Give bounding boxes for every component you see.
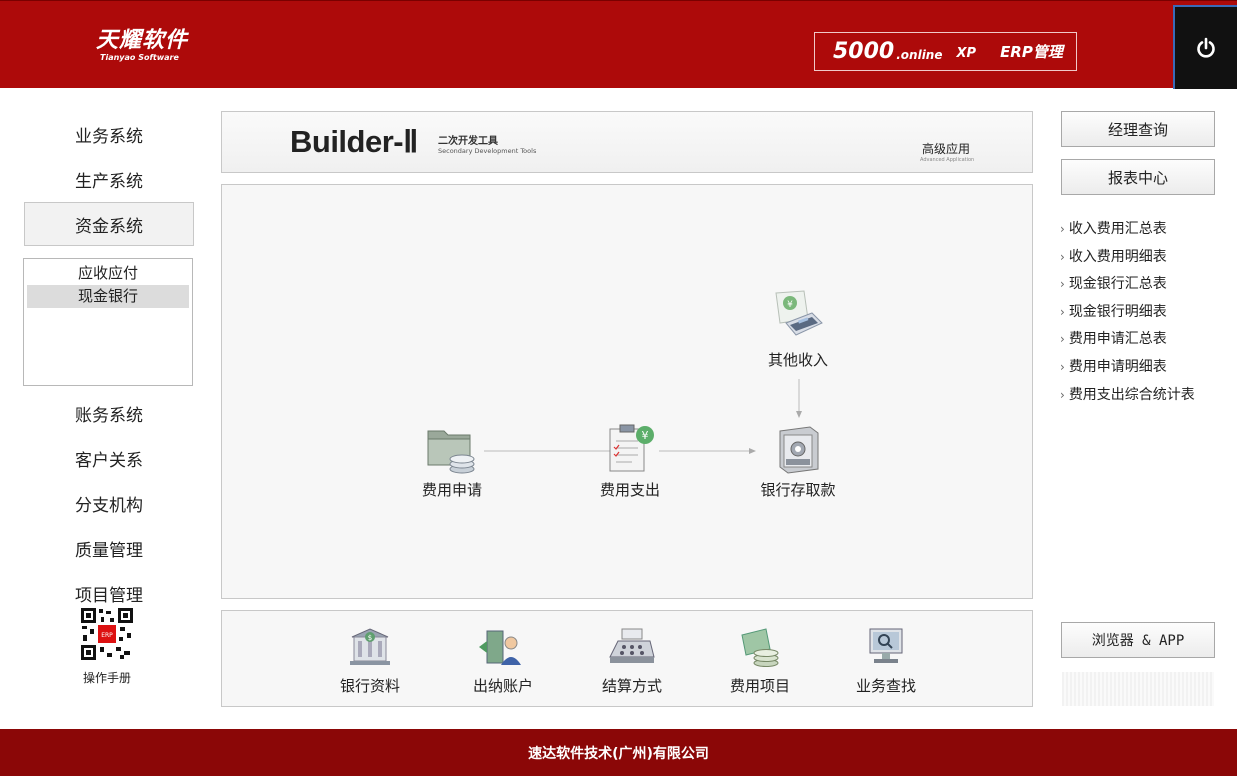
- nav-accounting-system[interactable]: 账务系统: [24, 391, 194, 435]
- manager-query-button[interactable]: 经理查询: [1061, 111, 1215, 147]
- report-link[interactable]: › 费用申请汇总表: [1060, 326, 1230, 354]
- product-erp: ERP管理: [1000, 43, 1063, 61]
- chevron-right-icon: ›: [1060, 387, 1065, 402]
- chevron-right-icon: ›: [1060, 304, 1065, 319]
- tools-panel: $ 银行资料 出纳账户 结算方式 费用项目 业务查找: [221, 610, 1033, 707]
- chevron-right-icon: ›: [1060, 359, 1065, 374]
- nav-customer-relations[interactable]: 客户关系: [24, 436, 194, 480]
- subnav-cash-bank[interactable]: 现金银行: [27, 285, 189, 308]
- banner-title: Builder-Ⅱ: [290, 124, 418, 159]
- flow-node-other-income[interactable]: ¥ 其他收入: [743, 289, 853, 370]
- tool-expense-item[interactable]: 费用项目: [712, 627, 808, 696]
- cashier-account-label: 出纳账户: [472, 677, 533, 695]
- nav-business-system[interactable]: 业务系统: [24, 112, 194, 156]
- banner-subtitle-en: Secondary Development Tools: [438, 147, 537, 155]
- app-footer: 速达软件技术(广州)有限公司: [0, 729, 1237, 776]
- report-link[interactable]: › 费用申请明细表: [1060, 354, 1230, 382]
- flow-panel: ¥ 其他收入 费用申请 ¥ 费用支出 银行存取款: [221, 184, 1033, 599]
- bank-info-label: 银行资料: [339, 677, 400, 695]
- flow-node-expense-pay[interactable]: ¥ 费用支出: [575, 423, 685, 500]
- svg-text:¥: ¥: [642, 429, 649, 442]
- cashier-person-icon: [479, 630, 521, 665]
- advanced-application-en: Advanced Application: [920, 157, 975, 163]
- safe-icon: [779, 426, 819, 474]
- nav-quality-management[interactable]: 质量管理: [24, 526, 194, 570]
- svg-text:ERP: ERP: [101, 632, 113, 639]
- decorative-pattern: [1062, 672, 1214, 706]
- banner-subtitle-cn: 二次开发工具: [438, 136, 498, 147]
- report-link[interactable]: › 现金银行汇总表: [1060, 271, 1230, 299]
- flow-node-expense-apply[interactable]: 费用申请: [397, 423, 507, 500]
- company-logo: 天耀软件 Tianyao Software: [96, 29, 188, 63]
- nav-production-system[interactable]: 生产系统: [24, 157, 194, 201]
- manual-label[interactable]: 操作手册: [60, 669, 154, 686]
- money-coins-icon: [741, 628, 779, 667]
- product-title: 5000 .online XP ERP管理: [814, 32, 1077, 71]
- builder-banner: Builder-Ⅱ 二次开发工具 Secondary Development T…: [221, 111, 1033, 173]
- product-num: 5000: [833, 39, 895, 64]
- nav-funds-system[interactable]: 资金系统: [24, 202, 194, 246]
- bank-deposit-label: 银行存取款: [760, 481, 836, 499]
- chevron-right-icon: ›: [1060, 277, 1065, 292]
- bank-building-icon: $: [350, 628, 390, 665]
- report-link[interactable]: › 费用支出综合统计表: [1060, 382, 1230, 410]
- report-link[interactable]: › 收入费用明细表: [1060, 244, 1230, 272]
- folder-coins-icon: [427, 430, 475, 474]
- monitor-search-icon: [869, 628, 903, 663]
- tool-bank-info[interactable]: $ 银行资料: [322, 627, 418, 696]
- svg-text:$: $: [368, 634, 372, 642]
- product-xp: XP: [956, 45, 977, 61]
- report-link[interactable]: › 收入费用汇总表: [1060, 216, 1230, 244]
- report-list: › 收入费用汇总表 › 收入费用明细表 › 现金银行汇总表 › 现金银行明细表 › 费用申…: [1060, 216, 1230, 409]
- tool-cashier-account[interactable]: 出纳账户: [455, 627, 551, 696]
- tool-business-search[interactable]: 业务查找: [838, 627, 934, 696]
- expense-pay-label: 费用支出: [599, 481, 660, 499]
- business-search-label: 业务查找: [855, 677, 916, 695]
- other-income-label: 其他收入: [767, 351, 828, 369]
- expense-item-label: 费用项目: [729, 677, 790, 695]
- svg-text:¥: ¥: [787, 300, 793, 310]
- tool-settlement-method[interactable]: 结算方式: [584, 627, 680, 696]
- chevron-right-icon: ›: [1060, 332, 1065, 347]
- pos-terminal-icon: ¥: [775, 290, 823, 336]
- flow-connectors: [484, 379, 802, 454]
- power-icon: [1197, 37, 1215, 58]
- product-online: .online: [896, 47, 943, 62]
- browser-app-button[interactable]: 浏览器 & APP: [1061, 622, 1215, 658]
- app-header: 天耀软件 Tianyao Software 5000 .online XP ER…: [0, 0, 1237, 89]
- flow-node-bank-deposit[interactable]: 银行存取款: [743, 423, 853, 500]
- clipboard-yen-icon: ¥: [609, 424, 654, 472]
- advanced-application-link[interactable]: 高级应用: [922, 140, 970, 157]
- settlement-method-label: 结算方式: [601, 677, 662, 695]
- cash-register-icon: [609, 628, 655, 663]
- report-center-button[interactable]: 报表中心: [1061, 159, 1215, 195]
- nav-branch-org[interactable]: 分支机构: [24, 481, 194, 525]
- logo-en: Tianyao Software: [100, 53, 179, 62]
- company-name: 速达软件技术(广州)有限公司: [528, 745, 709, 762]
- chevron-right-icon: ›: [1060, 222, 1065, 236]
- report-link[interactable]: › 现金银行明细表: [1060, 299, 1230, 327]
- logo-cn: 天耀软件: [96, 28, 189, 53]
- subnav-receivable-payable[interactable]: 应收应付: [27, 262, 189, 285]
- chevron-right-icon: ›: [1060, 249, 1065, 264]
- funds-subnav: 应收应付 现金银行: [23, 258, 193, 386]
- qr-code-icon[interactable]: ERP: [80, 607, 134, 661]
- power-button[interactable]: [1173, 5, 1237, 89]
- expense-apply-label: 费用申请: [421, 481, 482, 499]
